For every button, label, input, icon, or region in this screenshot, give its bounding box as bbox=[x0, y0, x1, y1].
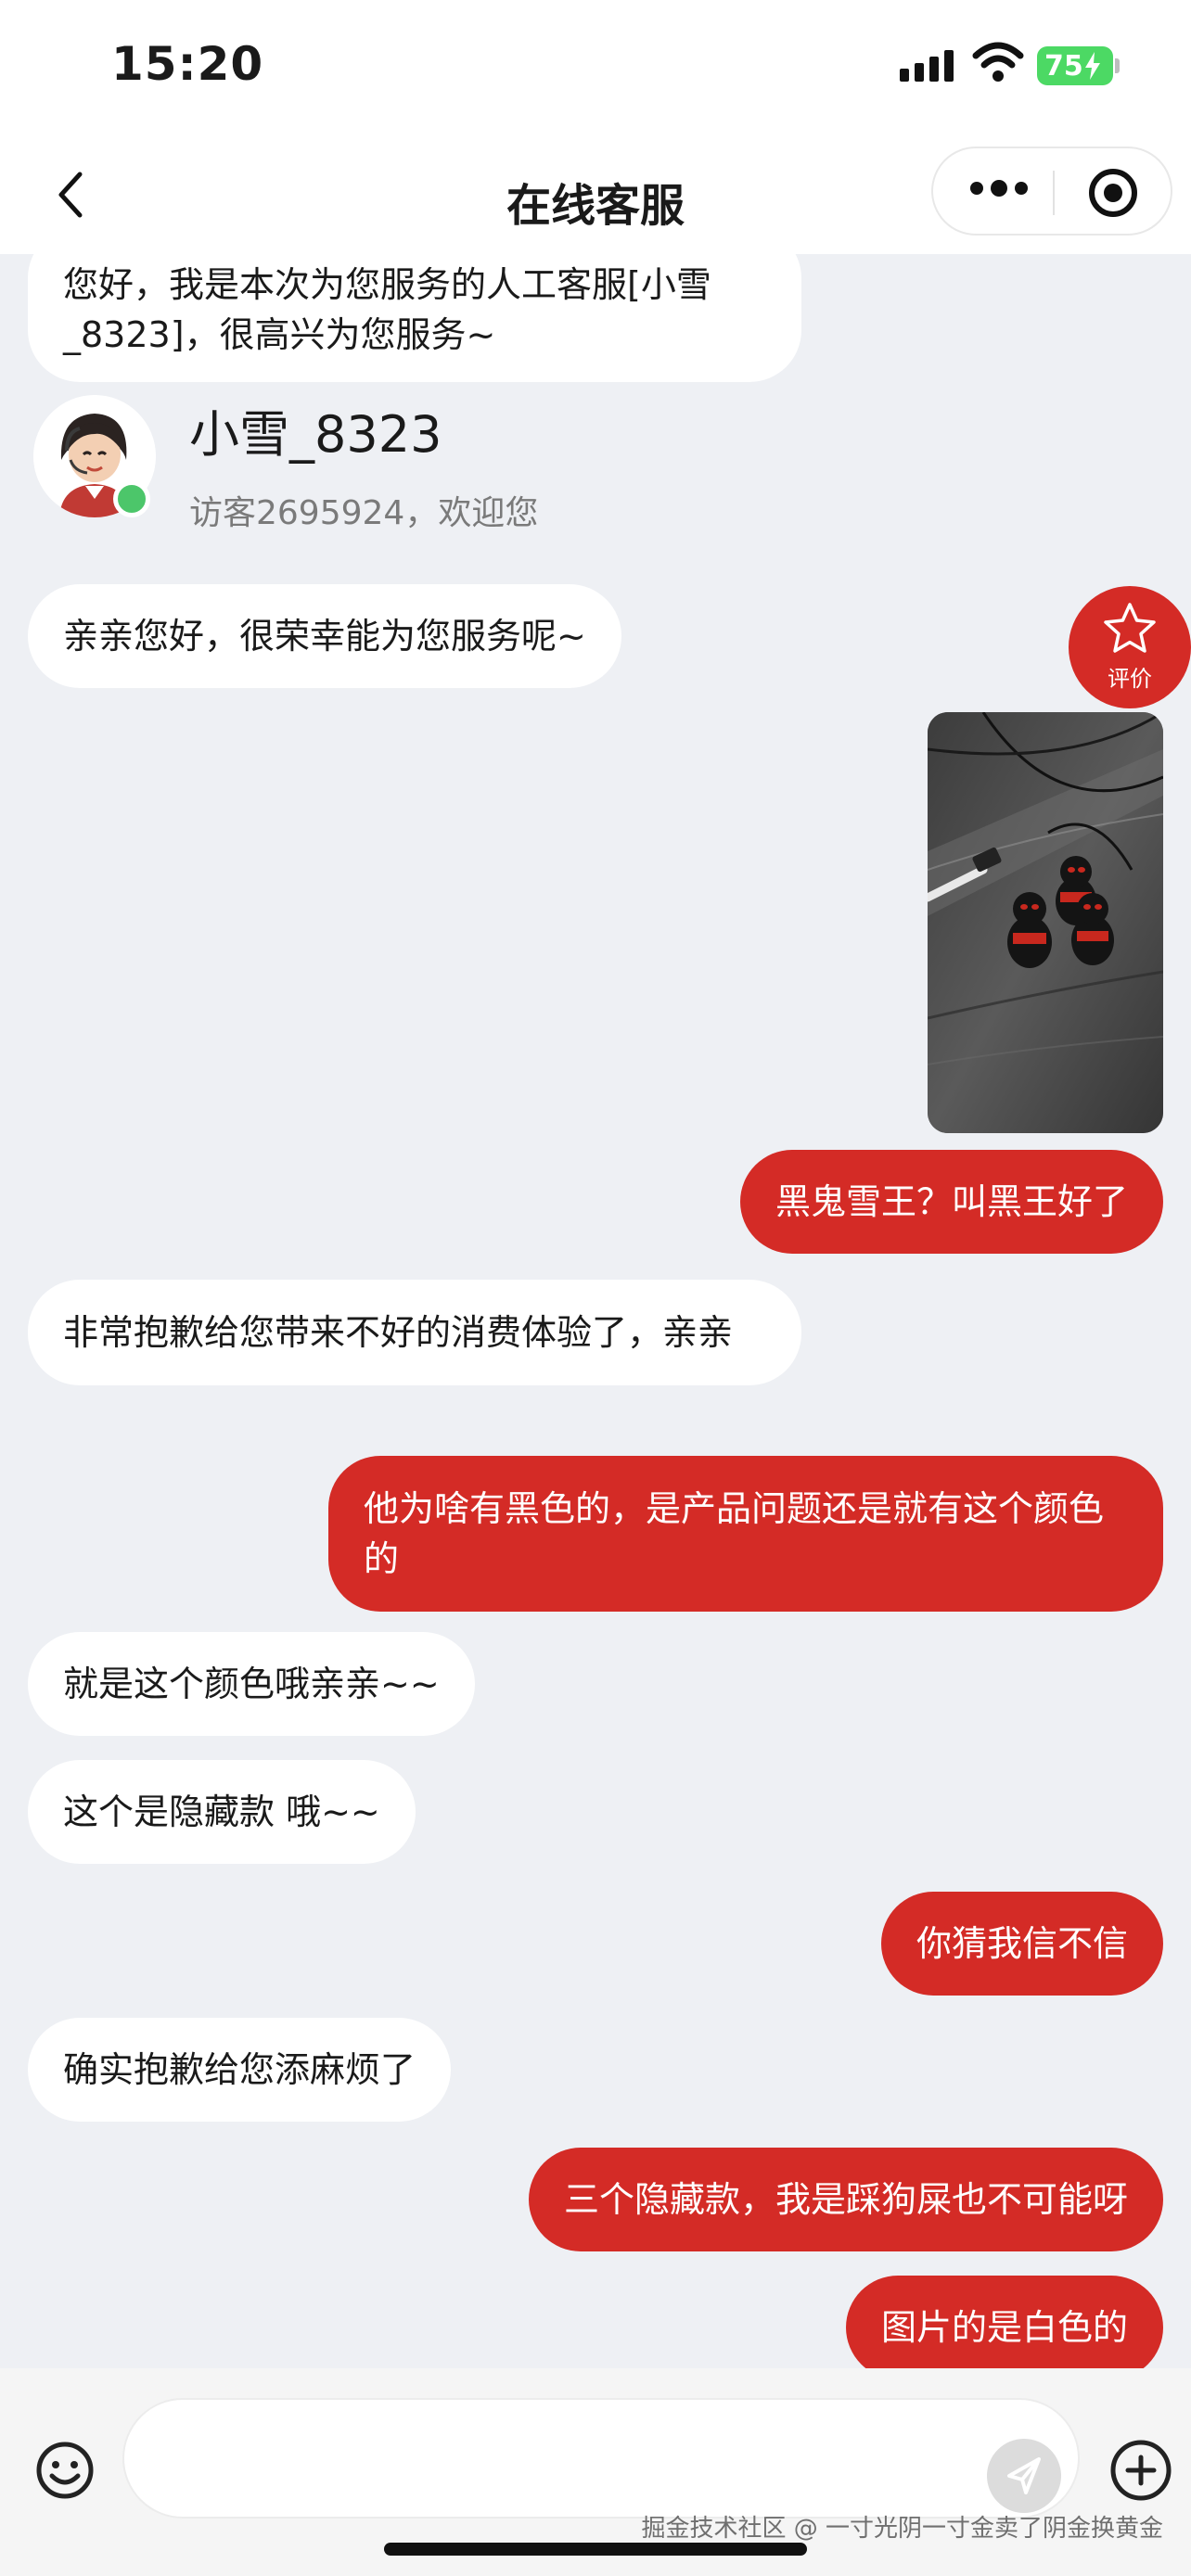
wifi-icon bbox=[972, 42, 1024, 82]
battery-level: 75 bbox=[1044, 49, 1083, 83]
star-icon bbox=[1104, 603, 1156, 653]
add-icon[interactable] bbox=[1109, 2439, 1172, 2502]
agent-greeting: 访客2695924，欢迎您 bbox=[189, 494, 539, 532]
message-text: 这个是隐藏款 哦~~ bbox=[63, 1792, 380, 1832]
message-text: 你猜我信不信 bbox=[916, 1923, 1128, 1964]
capsule-divider bbox=[1053, 171, 1055, 215]
rate-button[interactable]: 评价 bbox=[1069, 586, 1191, 708]
photo-figures-image bbox=[928, 712, 1163, 1133]
message-sent: 黑鬼雪王？叫黑王好了 bbox=[739, 1150, 1163, 1254]
more-icon[interactable] bbox=[970, 180, 1028, 197]
message-sent: 他为啥有黑色的，是产品问题还是就有这个颜色的 bbox=[328, 1456, 1163, 1612]
message-received: 确实抱歉给您添麻烦了 bbox=[28, 2018, 452, 2122]
message-received: 就是这个颜色哦亲亲~~ bbox=[28, 1632, 475, 1736]
send-icon[interactable] bbox=[987, 2439, 1061, 2513]
close-mini-program-icon[interactable] bbox=[1089, 169, 1137, 217]
message-received: 非常抱歉给您带来不好的消费体验了，亲亲 bbox=[28, 1280, 801, 1385]
agent-name: 小雪_8323 bbox=[189, 405, 442, 464]
message-received: 您好，我是本次为您服务的人工客服[小雪_8323]，很高兴为您服务~ bbox=[28, 254, 801, 382]
charging-bolt-icon bbox=[1084, 52, 1100, 80]
message-received: 亲亲您好，很荣幸能为您服务呢~ bbox=[28, 584, 621, 688]
mini-program-capsule bbox=[931, 147, 1172, 236]
watermark: 掘金技术社区 @ 一寸光阴一寸金卖了阴金换黄金 bbox=[641, 2515, 1163, 2543]
home-indicator bbox=[384, 2543, 807, 2556]
message-text: 就是这个颜色哦亲亲~~ bbox=[63, 1664, 440, 1704]
input-bar: 掘金技术社区 @ 一寸光阴一寸金卖了阴金换黄金 bbox=[0, 2368, 1191, 2576]
message-text: 非常抱歉给您带来不好的消费体验了，亲亲 bbox=[63, 1312, 734, 1353]
chat-message-list[interactable]: 您好，我是本次为您服务的人工客服[小雪_8323]，很高兴为您服务~ 小雪_83… bbox=[0, 254, 1191, 2368]
message-sent: 你猜我信不信 bbox=[880, 1892, 1163, 1996]
message-text: 黑鬼雪王？叫黑王好了 bbox=[775, 1181, 1128, 1222]
message-text: 图片的是白色的 bbox=[880, 2307, 1128, 2348]
online-status-dot bbox=[113, 480, 150, 517]
message-text: 确实抱歉给您添麻烦了 bbox=[63, 2049, 416, 2090]
rate-label: 评价 bbox=[1108, 666, 1152, 692]
message-photo[interactable] bbox=[928, 712, 1163, 1133]
message-text: 三个隐藏款，我是踩狗屎也不可能呀 bbox=[563, 2179, 1128, 2220]
status-time: 15:20 bbox=[111, 37, 264, 91]
cellular-signal-icon bbox=[900, 48, 955, 82]
message-sent: 三个隐藏款，我是踩狗屎也不可能呀 bbox=[528, 2148, 1163, 2251]
message-text: 您好，我是本次为您服务的人工客服[小雪_8323]，很高兴为您服务~ bbox=[63, 264, 711, 355]
status-bar: 15:20 75 bbox=[0, 0, 1191, 139]
emoji-icon[interactable] bbox=[35, 2441, 95, 2500]
message-text: 他为啥有黑色的，是产品问题还是就有这个颜色的 bbox=[364, 1488, 1105, 1579]
battery-cap bbox=[1115, 58, 1120, 73]
message-text: 亲亲您好，很荣幸能为您服务呢~ bbox=[63, 616, 586, 657]
app-root: 15:20 75 在线客服 您好，我是本次为您服务的人工客服[小雪_8323]， bbox=[0, 0, 1191, 2576]
message-sent: 图片的是白色的 bbox=[845, 2276, 1163, 2368]
message-received: 这个是隐藏款 哦~~ bbox=[28, 1760, 416, 1864]
battery-indicator: 75 bbox=[1037, 46, 1113, 85]
agent-card: 小雪_8323 访客2695924，欢迎您 bbox=[33, 395, 683, 543]
message-input[interactable] bbox=[122, 2398, 1080, 2519]
nav-bar: 在线客服 bbox=[0, 139, 1191, 254]
